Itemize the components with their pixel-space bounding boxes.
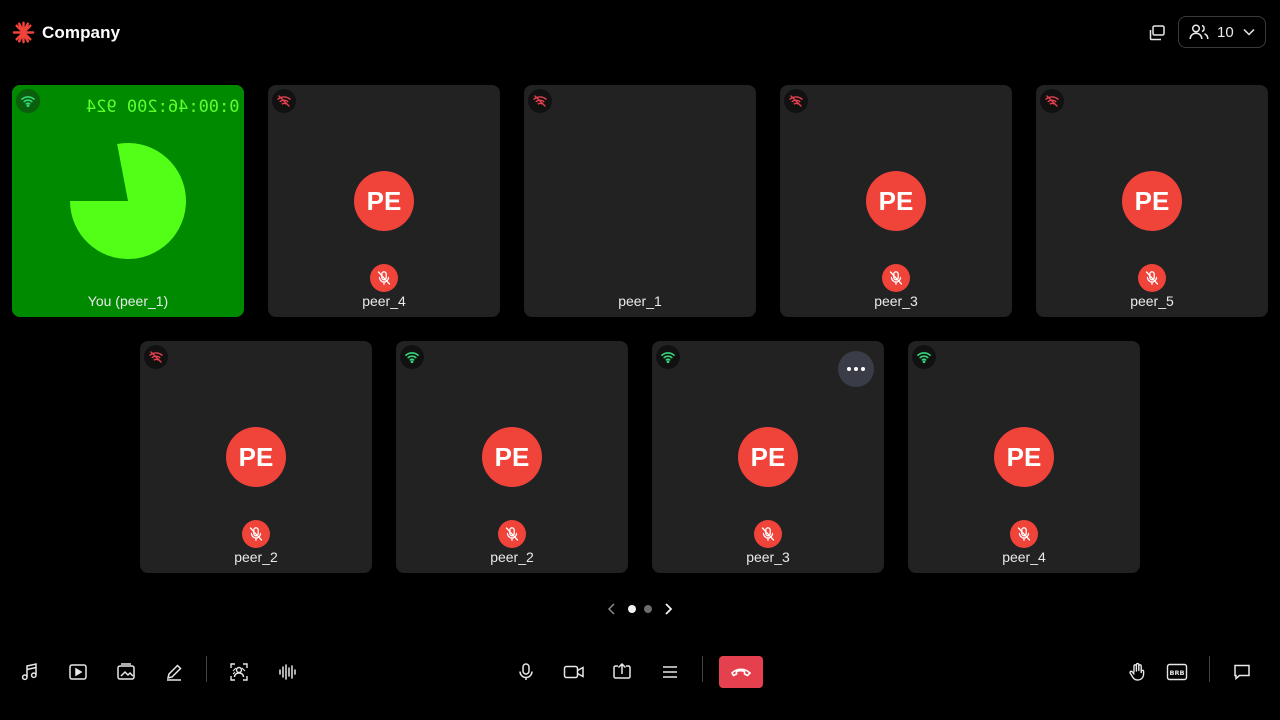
- participant-name: peer_5: [1130, 293, 1174, 309]
- mic-muted-icon: [1138, 264, 1166, 292]
- next-page-button[interactable]: [660, 600, 676, 618]
- noise-suppression-button[interactable]: [275, 660, 299, 684]
- mic-muted-icon: [754, 520, 782, 548]
- toolbar-divider: [702, 656, 703, 682]
- participant-tile[interactable]: PE peer_3: [780, 85, 1012, 317]
- participant-tile[interactable]: peer_1: [524, 85, 756, 317]
- avatar: PE: [482, 427, 542, 487]
- mic-muted-icon: [498, 520, 526, 548]
- raise-hand-button[interactable]: [1125, 660, 1149, 684]
- participant-name: peer_4: [1002, 549, 1046, 565]
- page-dot-1[interactable]: [628, 605, 636, 613]
- media-gallery-icon: [117, 663, 135, 680]
- music-icon: [21, 663, 37, 681]
- self-video-tile[interactable]: 0:00:46:200 924 You (peer_1): [12, 85, 244, 317]
- video-timecode: 0:00:46:200 924: [86, 97, 240, 117]
- participant-name: peer_3: [746, 549, 790, 565]
- page-dot-2[interactable]: [644, 605, 652, 613]
- participant-name: You (peer_1): [87, 293, 169, 309]
- mic-muted-icon: [1010, 520, 1038, 548]
- screen-share-icon: [613, 662, 631, 679]
- toolbar-divider: [206, 656, 207, 682]
- mic-muted-icon: [882, 264, 910, 292]
- music-button[interactable]: [18, 660, 42, 684]
- avatar: PE: [1122, 171, 1182, 231]
- pie-slice: [70, 143, 186, 259]
- layout-toggle-button[interactable]: [1146, 22, 1168, 44]
- test-pattern-pie: [70, 143, 186, 259]
- svg-text:BRB: BRB: [1170, 669, 1185, 677]
- avatar: PE: [866, 171, 926, 231]
- participant-name: peer_4: [362, 293, 406, 309]
- asterisk-logo-icon: [12, 21, 35, 44]
- more-options-button[interactable]: [658, 660, 682, 684]
- chevron-left-icon: [607, 603, 615, 615]
- brand-name: Company: [42, 22, 121, 42]
- participant-tile[interactable]: PE peer_5: [1036, 85, 1268, 317]
- network-poor-icon: [144, 345, 168, 369]
- raise-hand-icon: [1129, 662, 1145, 681]
- participant-tile[interactable]: PE peer_2: [396, 341, 628, 573]
- company-logo: Company: [12, 21, 120, 44]
- whiteboard-pen-icon: [166, 664, 182, 681]
- menu-icon: [663, 666, 677, 678]
- play-video-icon: [69, 664, 87, 680]
- mic-muted-icon: [242, 520, 270, 548]
- participant-name: peer_2: [234, 549, 278, 565]
- participants-button[interactable]: 10: [1178, 16, 1266, 48]
- tile-more-options-button[interactable]: [838, 351, 874, 387]
- virtual-background-icon: [230, 663, 248, 681]
- leave-call-icon: [730, 668, 752, 677]
- people-icon: [1189, 24, 1209, 40]
- pagination: [0, 600, 1280, 618]
- avatar: PE: [226, 427, 286, 487]
- microphone-icon: [519, 663, 533, 680]
- mic-muted-icon: [370, 264, 398, 292]
- camera-icon: [563, 665, 584, 679]
- layout-windows-icon: [1149, 25, 1165, 41]
- chat-icon: [1234, 664, 1250, 681]
- participant-name: peer_1: [618, 293, 662, 309]
- top-bar: Company 10: [0, 0, 1280, 64]
- avatar: PE: [354, 171, 414, 231]
- network-poor-icon: [272, 89, 296, 113]
- whiteboard-button[interactable]: [162, 660, 186, 684]
- network-poor-icon: [528, 89, 552, 113]
- previous-page-button[interactable]: [604, 600, 620, 618]
- network-good-icon: [16, 89, 40, 113]
- network-poor-icon: [1040, 89, 1064, 113]
- avatar: PE: [738, 427, 798, 487]
- participant-tile[interactable]: PE peer_4: [908, 341, 1140, 573]
- participant-tile[interactable]: PE peer_4: [268, 85, 500, 317]
- media-gallery-button[interactable]: [114, 660, 138, 684]
- brb-button[interactable]: BRB: [1165, 660, 1189, 684]
- bottom-toolbar: BRB: [0, 648, 1280, 696]
- chat-button[interactable]: [1230, 660, 1254, 684]
- network-good-icon: [656, 345, 680, 369]
- camera-button[interactable]: [562, 660, 586, 684]
- participant-count: 10: [1217, 23, 1234, 41]
- audio-waveform-icon: [279, 664, 296, 680]
- participant-tile[interactable]: PE peer_3: [652, 341, 884, 573]
- brb-icon: BRB: [1166, 663, 1188, 681]
- virtual-background-button[interactable]: [227, 660, 251, 684]
- network-poor-icon: [784, 89, 808, 113]
- avatar: PE: [994, 427, 1054, 487]
- chevron-right-icon: [665, 603, 673, 615]
- participant-name: peer_2: [490, 549, 534, 565]
- screen-share-button[interactable]: [610, 660, 634, 684]
- participant-name: peer_3: [874, 293, 918, 309]
- network-good-icon: [400, 345, 424, 369]
- play-video-button[interactable]: [66, 660, 90, 684]
- participant-tile[interactable]: PE peer_2: [140, 341, 372, 573]
- toolbar-divider: [1209, 656, 1210, 682]
- chevron-down-icon: [1242, 27, 1256, 37]
- leave-call-button[interactable]: [719, 656, 763, 688]
- microphone-button[interactable]: [514, 660, 538, 684]
- network-good-icon: [912, 345, 936, 369]
